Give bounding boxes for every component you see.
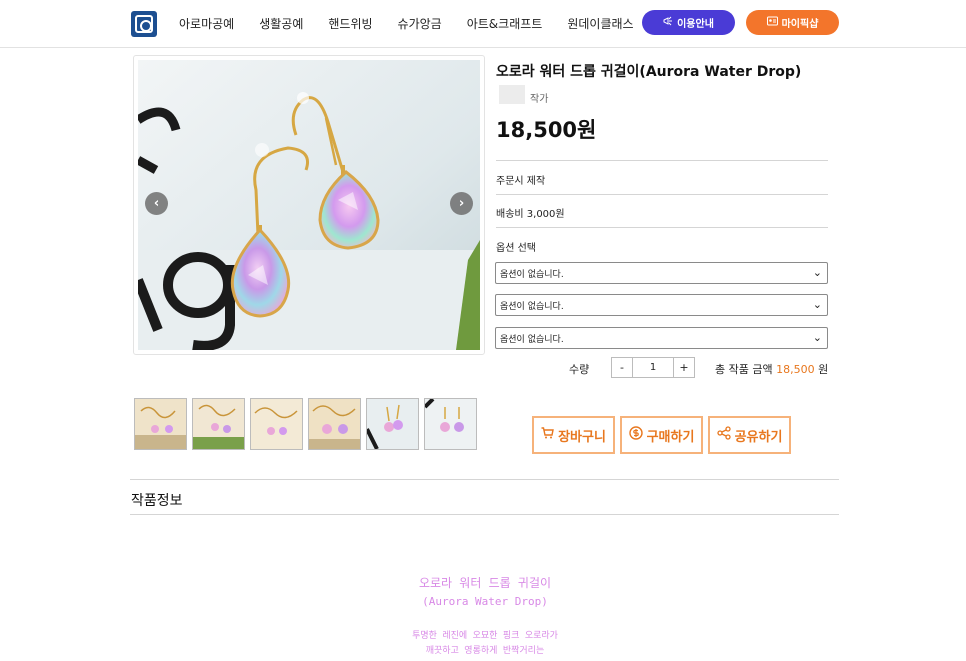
divider	[496, 160, 828, 161]
nav-item-art-craft[interactable]: 아트&크래프트	[467, 15, 543, 32]
total-unit: 원	[818, 363, 829, 376]
quantity-label: 수량	[569, 363, 590, 376]
logo-icon	[135, 15, 153, 33]
thumbnail-5[interactable]	[366, 398, 419, 450]
total-label: 총 작품 금액	[715, 363, 773, 376]
quantity-stepper: - 1 +	[611, 357, 695, 378]
cart-icon	[541, 427, 554, 443]
share-icon	[716, 426, 731, 444]
option-select-value: 옵션이 없습니다.	[500, 334, 564, 345]
earring-photo	[138, 60, 480, 350]
thumbnail-3[interactable]	[250, 398, 303, 450]
dollar-coin-icon	[628, 426, 643, 444]
description-title: 오로라 워터 드롭 귀걸이	[418, 576, 552, 590]
guide-button[interactable]: 이용안내	[642, 10, 735, 35]
description-subtitle: (Aurora Water Drop)	[422, 595, 548, 608]
author-avatar[interactable]	[499, 85, 525, 104]
id-card-icon	[766, 16, 778, 29]
section-divider	[130, 514, 839, 515]
description-line: 깨끗하고 영롱하게 반짝거리는	[425, 646, 545, 656]
thumbnail-6[interactable]	[424, 398, 477, 450]
chevron-down-icon: ⌄	[812, 266, 822, 279]
quantity-increase-button[interactable]: +	[673, 358, 694, 377]
product-price: 18,500원	[496, 118, 597, 142]
product-title: 오로라 워터 드롭 귀걸이(Aurora Water Drop)	[496, 64, 802, 80]
option-select-value: 옵션이 없습니다.	[500, 301, 564, 312]
site-header: 아로마공예 생활공예 핸드위빙 슈가앙금 아트&크래프트 원데이클래스 이용안내…	[0, 0, 966, 48]
nav-item-aroma[interactable]: 아로마공예	[179, 15, 234, 32]
quantity-decrease-button[interactable]: -	[612, 358, 633, 377]
option-select-value: 옵션이 없습니다.	[500, 269, 564, 280]
nav-item-living[interactable]: 생활공예	[259, 15, 303, 32]
thumbnail-4[interactable]	[308, 398, 361, 450]
guide-label: 이용안내	[677, 19, 714, 30]
option-select-3[interactable]: 옵션이 없습니다. ⌄	[495, 327, 828, 349]
add-to-cart-button[interactable]: 장바구니	[532, 416, 615, 454]
shipping-fee-text: 배송비 3,000원	[496, 209, 565, 220]
option-select-2[interactable]: 옵션이 없습니다. ⌄	[495, 294, 828, 316]
total-price: 총 작품 금액 18,500 원	[715, 361, 828, 377]
buy-label: 구매하기	[646, 429, 695, 445]
mypage-button[interactable]: 마이픽샵	[746, 10, 839, 35]
section-divider	[130, 479, 839, 480]
divider	[496, 227, 828, 228]
carousel-next-button[interactable]: ›	[450, 192, 473, 215]
product-main-image	[133, 55, 485, 355]
nav-item-handweaving[interactable]: 핸드위빙	[328, 15, 372, 32]
mypage-label: 마이픽샵	[781, 19, 819, 30]
product-info-heading: 작품정보	[131, 493, 183, 509]
nav-item-sugar[interactable]: 슈가앙금	[398, 15, 442, 32]
nav-item-oneday-class[interactable]: 원데이클래스	[567, 15, 633, 32]
made-to-order-text: 주문시 제작	[496, 176, 546, 187]
divider	[496, 194, 828, 195]
chevron-down-icon: ⌄	[812, 298, 822, 311]
buy-button[interactable]: 구매하기	[620, 416, 703, 454]
main-nav: 아로마공예 생활공예 핸드위빙 슈가앙금 아트&크래프트 원데이클래스	[179, 0, 659, 46]
megaphone-icon	[663, 16, 673, 29]
total-amount: 18,500	[776, 363, 815, 376]
quantity-input[interactable]: 1	[633, 358, 673, 377]
share-label: 공유하기	[734, 429, 783, 445]
chevron-down-icon: ⌄	[812, 331, 822, 344]
thumbnail-strip	[134, 398, 482, 450]
author-label: 작가	[530, 94, 549, 105]
option-label: 옵션 선택	[496, 243, 536, 254]
thumbnail-2[interactable]	[192, 398, 245, 450]
thumbnail-1[interactable]	[134, 398, 187, 450]
share-button[interactable]: 공유하기	[708, 416, 791, 454]
cart-label: 장바구니	[558, 429, 606, 445]
carousel-prev-button[interactable]: ‹	[145, 192, 168, 215]
site-logo[interactable]	[131, 11, 157, 37]
option-select-1[interactable]: 옵션이 없습니다. ⌄	[495, 262, 828, 284]
description-line: 투명한 레진에 오묘한 핑크 오로라가	[412, 631, 558, 641]
